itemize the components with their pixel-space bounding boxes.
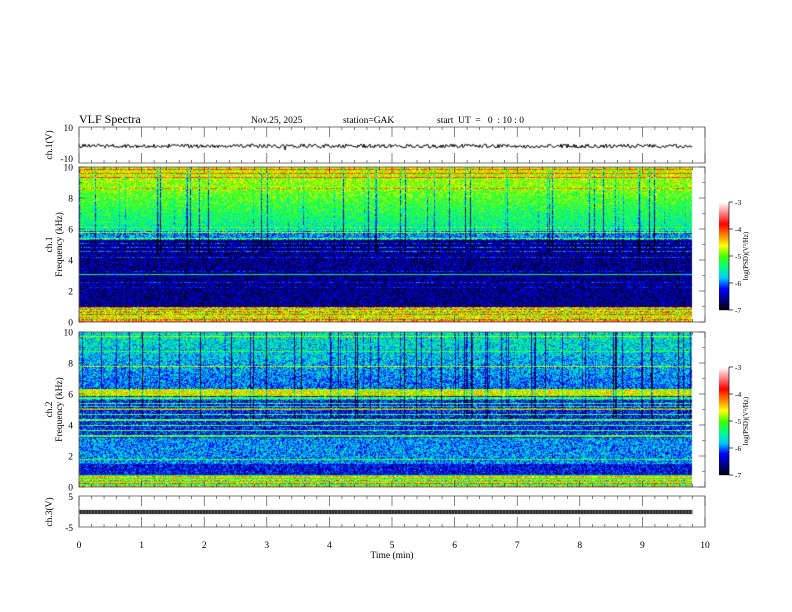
x-tick-label: 8 — [577, 541, 582, 551]
x-tick-label: 3 — [264, 541, 269, 551]
x-axis-label: Time (min) — [370, 550, 413, 561]
ch2-freq-tick: 10 — [64, 329, 74, 339]
x-tick-label: 9 — [640, 541, 645, 551]
colorbar-tick-label: -6 — [735, 444, 741, 453]
ch1-freq-tick: 4 — [68, 257, 73, 267]
x-tick-label: 6 — [452, 541, 457, 551]
ch1-ylabel: ch.1 — [45, 236, 55, 252]
panel-frame-2 — [78, 166, 706, 323]
x-tick-label: 4 — [327, 541, 332, 551]
vlf-spectra-figure: VLF Spectra Nov.25, 2025 station=GAK sta… — [0, 0, 792, 612]
ch1-freq-tick: 0 — [68, 319, 73, 329]
colorbar-cell — [719, 474, 729, 476]
start-ut-label: start UT = 0 : 10 : 0 — [437, 116, 524, 126]
ch2-ylabel: ch.2 — [45, 401, 55, 417]
colorbar-tick-label: -5 — [735, 417, 741, 426]
colorbar-label: log(PSD)(V²/Hz) — [742, 396, 750, 445]
ch2-freq-tick: 8 — [68, 360, 73, 370]
colorbar-tick-label: -3 — [735, 198, 741, 207]
ch2-freq-tick: 2 — [68, 453, 73, 463]
x-tick-label: 2 — [202, 541, 207, 551]
colorbar-label: log(PSD)(V²/Hz) — [742, 231, 750, 280]
colorbar-tick-label: -7 — [735, 471, 741, 480]
colorbar-tick-label: -6 — [735, 279, 741, 288]
colorbar-tick-label: -7 — [735, 306, 741, 315]
ch2-freq-label: Frequency (kHz) — [54, 377, 65, 442]
x-tick-label: 7 — [515, 541, 520, 551]
ch1-freq-tick: 10 — [64, 164, 74, 174]
station-label: station=GAK — [343, 116, 394, 126]
colorbar-tick-label: -4 — [735, 390, 741, 399]
ch1-freq-label: Frequency (kHz) — [54, 212, 65, 277]
ch1-freq-tick: 8 — [68, 195, 73, 205]
ch3-ylabel: ch.3(V) — [44, 497, 55, 526]
ch1-ytick: 10 — [64, 124, 74, 134]
x-tick-label: 5 — [390, 541, 395, 551]
colorbar-tick-label: -3 — [735, 363, 741, 372]
colorbar-tick-label: -4 — [735, 225, 741, 234]
ch2-freq-tick: 4 — [68, 422, 73, 432]
x-tick-label: 10 — [700, 541, 710, 551]
panel-frame-3 — [78, 331, 706, 488]
date-label: Nov.25, 2025 — [251, 116, 303, 126]
ch1-freq-tick: 2 — [68, 288, 73, 298]
ch2-freq-tick: 0 — [68, 484, 73, 494]
colorbar-tick-label: -5 — [735, 252, 741, 261]
ch1-freq-tick: 6 — [68, 226, 73, 236]
x-tick-label: 1 — [139, 541, 144, 551]
ch3-ytick: -5 — [65, 524, 73, 534]
ch2-freq-tick: 6 — [68, 391, 73, 401]
figure-title: VLF Spectra — [79, 112, 141, 126]
ch3-ytick: 5 — [68, 493, 73, 503]
colorbar-cell — [719, 309, 729, 311]
ch1-ylabel: ch.1(V) — [44, 130, 55, 159]
x-tick-label: 0 — [77, 541, 82, 551]
axes-overlay: VLF Spectra Nov.25, 2025 station=GAK sta… — [44, 112, 750, 561]
